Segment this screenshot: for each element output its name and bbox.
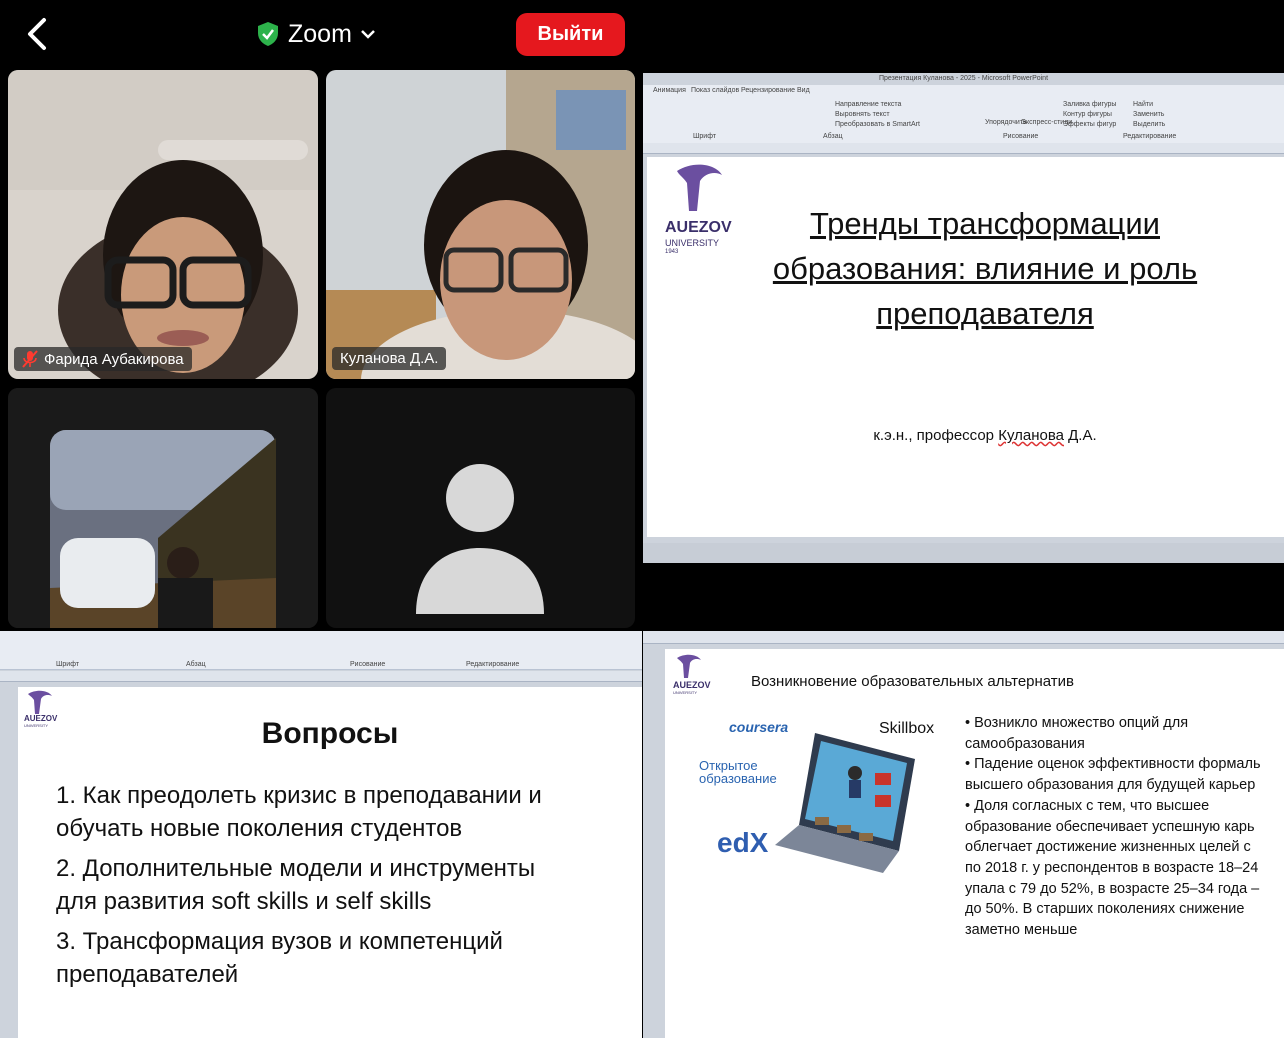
question-line: 2. Дополнительные модели и инструменты [56,855,536,882]
ruler [0,671,642,682]
title-line: преподавателя [876,296,1094,331]
edx-logo: edX [717,827,769,858]
ribbon-item[interactable]: Заливка фигуры [1063,101,1116,108]
slide-title: AUEZOV UNIVERSITY 1943 Тренды трансформа… [647,157,1284,537]
open-education-line: образование [699,771,777,786]
ribbon-group-label: Редактирование [1123,133,1177,140]
slide-alternatives: AUEZOV UNIVERSITY Возникновение образова… [665,649,1284,1038]
title-line: Тренды трансформации [809,206,1160,241]
ribbon-item[interactable]: Выровнять текст [835,111,890,118]
author-name: Куланова [998,427,1064,444]
university-logo-icon [677,654,701,678]
participant-avatar-photo [8,388,318,628]
bullet-line: заметно меньше [965,922,1078,939]
video-tile-participant-3[interactable] [8,388,318,628]
video-tile-participant-1[interactable]: Фарида Аубакирова [8,70,318,379]
bullet-line: по 2018 г. у респондентов в возрасте 18–… [965,859,1259,876]
question-line: преподавателей [56,961,239,988]
shared-screen-main: Презентация Куланова - 2025 - Microsoft … [643,73,1284,563]
participant-name-tag: Куланова Д.А. [332,347,447,370]
alternatives-bullets: • Возникло множество опций для самообраз… [965,713,1284,941]
participant-name: Фарида Аубакирова [44,350,184,368]
ribbon-group-label: Редактирование [466,661,520,668]
laptop-classroom-illustration [775,733,915,873]
ribbon-tab[interactable]: Вид [797,87,810,94]
bullet-line: до 50%. В старших поколениях снижение [965,901,1245,918]
logo-sub: UNIVERSITY [665,238,720,248]
ruler [643,143,1284,154]
logo-year: 1943 [665,249,679,255]
mic-muted-icon [22,350,38,368]
question-line: обучать новые поколения студентов [56,815,463,842]
bullet-line: • Возникло множество опций для [965,715,1189,731]
back-button[interactable] [20,14,60,54]
ribbon-item[interactable]: Эффекты фигур [1063,121,1116,128]
logo-sub: UNIVERSITY [673,690,698,695]
ribbon-item[interactable]: Выделить [1133,121,1165,128]
chevron-down-icon [361,30,375,39]
ppt-ribbon: Шрифт Абзац Рисование Редактирование [0,631,642,670]
ribbon-item[interactable]: Преобразовать в SmartArt [835,121,920,128]
app-title: Zoom [288,19,352,48]
participant-video [8,70,318,379]
alternatives-title: Возникновение образовательных альтернати… [751,673,1075,690]
ribbon-item[interactable]: Найти [1133,101,1153,108]
leave-button[interactable]: Выйти [516,13,625,56]
participant-name: Куланова Д.А. [340,350,439,367]
question-line: 1. Как преодолеть кризис в преподавании … [56,782,542,809]
questions-list: 1. Как преодолеть кризис в преподавании … [56,779,542,991]
ribbon-group-label: Шрифт [693,133,717,140]
ribbon-group-label: Шрифт [56,661,80,668]
logo-name: AUEZOV [673,680,711,690]
ribbon-group-label: Абзац [823,133,843,140]
university-logo-icon [677,164,722,211]
logo-name: AUEZOV [665,219,732,236]
avatar-placeholder-icon [416,464,544,614]
bullet-line: образование обеспечивает успешную карь [965,818,1255,835]
ribbon-tab[interactable]: Показ слайдов [691,87,739,94]
open-education-logo: Открытое образование [699,759,777,785]
author-line: к.э.н., профессор Куланова Д.А. [727,427,1243,444]
bullet-line: упала с 79 до 52%, в возрасте 25–34 года… [965,880,1260,897]
chevron-left-icon [28,18,46,50]
question-line: 3. Трансформация вузов и компетенций [56,928,503,955]
author-suffix: Д.А. [1063,427,1097,444]
ribbon-item[interactable]: Направление текста [835,101,901,108]
title-line: образования: влияние и роль [772,251,1198,286]
bullet-line: самообразования [965,735,1085,752]
status-bar [643,543,1284,563]
questions-title: Вопросы [261,717,399,750]
participant-video [326,70,635,379]
participant-name-tag: Фарида Аубакирова [14,347,192,371]
question-line: для развития soft skills и self skills [56,888,432,915]
ruler [643,631,1284,644]
bullet-line: • Падение оценок эффективности формаль [965,756,1261,773]
ribbon-group-label: Рисование [350,661,386,668]
ribbon-item[interactable]: Контур фигуры [1063,111,1112,118]
window-title: Презентация Куланова - 2025 - Microsoft … [878,75,1049,82]
bullet-line: • Доля согласных с тем, что высшее [965,797,1210,814]
slide-questions: AUEZOV UNIVERSITY Вопросы 1. Как преодол… [18,687,642,1038]
ribbon-group-label: Абзац [186,661,206,668]
author-prefix: к.э.н., профессор [873,427,999,444]
video-tile-participant-2[interactable]: Куланова Д.А. [326,70,635,379]
bullet-line: облегчает достижение жизненных целей с [965,839,1251,856]
shared-screen-alternatives: AUEZOV UNIVERSITY Возникновение образова… [643,631,1284,1038]
ribbon-tab[interactable]: Рецензирование [741,87,795,94]
university-logo-icon [28,690,52,714]
meeting-title-dropdown[interactable]: Zoom [256,16,376,52]
bullet-line: высшего образования для будущей карьер [965,777,1256,794]
shared-screen-questions: Шрифт Абзац Рисование Редактирование AUE… [0,631,642,1038]
shield-check-icon [258,22,278,46]
presentation-title: Тренды трансформации образования: влияни… [727,201,1243,336]
ribbon-tab[interactable]: Анимация [653,87,686,94]
ppt-ribbon: Анимация Показ слайдов Рецензирование Ви… [643,85,1284,144]
ribbon-group-label: Рисование [1003,133,1039,140]
video-tile-participant-4[interactable] [326,388,635,628]
ribbon-item[interactable]: Заменить [1133,111,1164,118]
